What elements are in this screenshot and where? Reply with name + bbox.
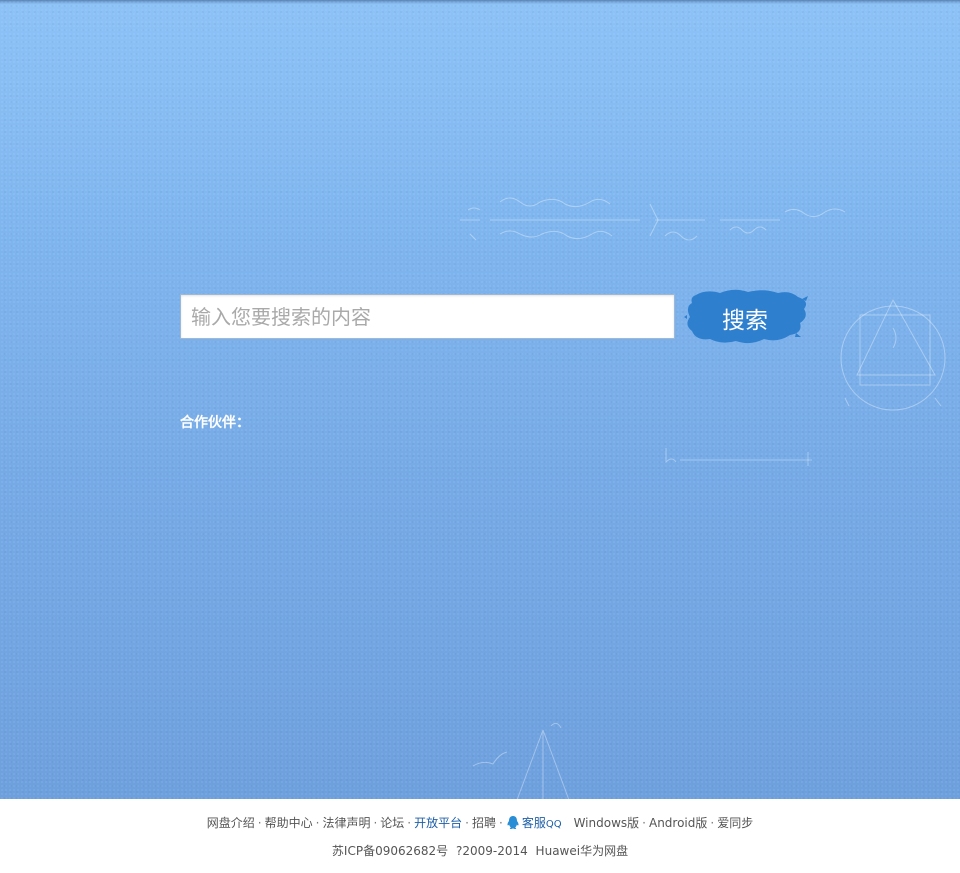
link-android-client[interactable]: Android版 (649, 816, 707, 830)
paper-texture (0, 0, 960, 799)
hero-background: 搜索 合作伙伴： (0, 0, 960, 799)
search-box (180, 294, 675, 339)
segment-sketch (665, 448, 812, 466)
link-help-center[interactable]: 帮助中心 (265, 816, 313, 830)
footer: 网盘介绍 · 帮助中心 · 法律声明 · 论坛 · 开放平台 · 招聘 · 客服QQ Windows版 · A… (0, 799, 960, 873)
link-netdisk-intro[interactable]: 网盘介绍 (207, 816, 255, 830)
search-button[interactable]: 搜索 (684, 287, 810, 347)
search-button-label: 搜索 (722, 308, 768, 334)
link-forum[interactable]: 论坛 (380, 816, 404, 830)
search-input[interactable] (181, 295, 674, 338)
link-jobs[interactable]: 招聘 (472, 816, 496, 830)
qq-penguin-icon (507, 816, 519, 829)
link-legal-notice[interactable]: 法律声明 (322, 816, 370, 830)
footer-links: 网盘介绍 · 帮助中心 · 法律声明 · 论坛 · 开放平台 · 招聘 · 客服QQ Windows版 · A… (206, 816, 754, 830)
partners-label: 合作伙伴： (180, 415, 250, 431)
link-sync[interactable]: 爱同步 (717, 816, 753, 830)
qq-label: 客服 (521, 816, 546, 830)
link-customer-service-qq[interactable]: 客服QQ (506, 816, 562, 830)
link-open-platform[interactable]: 开放平台 (414, 816, 462, 830)
formula-sketch (460, 197, 846, 241)
qq-suffix: QQ (545, 819, 562, 830)
cone-sketch (472, 722, 570, 799)
copyright: 苏ICP备09062682号 ?2009-2014 Huawei华为网盘 (331, 844, 629, 858)
link-windows-client[interactable]: Windows版 (574, 816, 640, 830)
geometry-sketch (840, 298, 946, 411)
